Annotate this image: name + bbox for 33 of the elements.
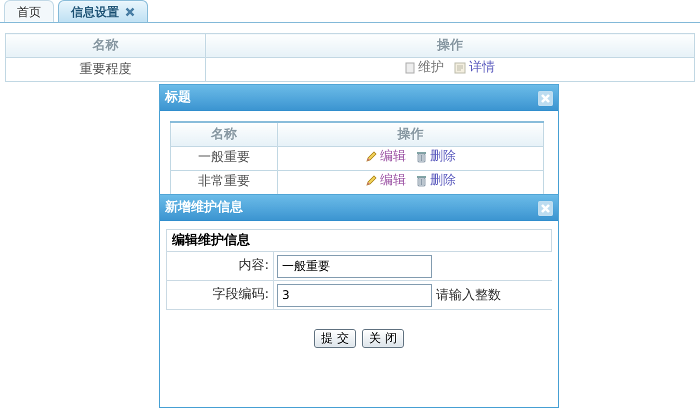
action-link[interactable]: 编辑 — [365, 147, 406, 167]
field-label: 字段编码: — [166, 280, 274, 310]
column-header: 名称 — [170, 122, 278, 146]
action-link[interactable]: 详情 — [454, 58, 495, 78]
dialog-title: 新增维护信息 — [165, 198, 243, 218]
dialog-button[interactable]: 关 闭 — [362, 329, 404, 348]
action-link[interactable]: 删除 — [416, 170, 456, 190]
tab[interactable]: 信息设置 — [58, 0, 148, 22]
input-field[interactable]: 一般重要 — [277, 254, 432, 278]
section-title: 编辑维护信息 — [166, 230, 552, 252]
action-link[interactable]: 删除 — [416, 146, 456, 166]
trash-icon — [416, 150, 427, 163]
close-icon[interactable] — [538, 200, 553, 216]
column-header: 名称 — [6, 34, 206, 58]
column-header: 操作 — [206, 34, 694, 58]
table-cell: 重要程度 — [6, 58, 206, 82]
action-link[interactable]: 维护 — [405, 58, 444, 78]
tab[interactable]: 首页 — [4, 0, 54, 22]
close-icon[interactable] — [538, 90, 553, 106]
document-icon — [454, 62, 466, 74]
hint-text: 请输入整数 — [436, 288, 501, 303]
column-header: 操作 — [278, 122, 544, 146]
dialog-button[interactable]: 提 交 — [314, 329, 356, 348]
input-field[interactable]: 3 — [277, 284, 432, 306]
table-cell: 一般重要 — [170, 146, 278, 170]
trash-icon — [416, 174, 427, 187]
close-icon[interactable] — [125, 6, 135, 16]
action-link[interactable]: 编辑 — [365, 171, 406, 191]
pencil-icon — [365, 174, 377, 187]
pencil-icon — [365, 150, 377, 163]
field-label: 内容: — [166, 252, 274, 280]
document-icon — [405, 62, 415, 74]
dialog-title: 标题 — [165, 89, 191, 108]
